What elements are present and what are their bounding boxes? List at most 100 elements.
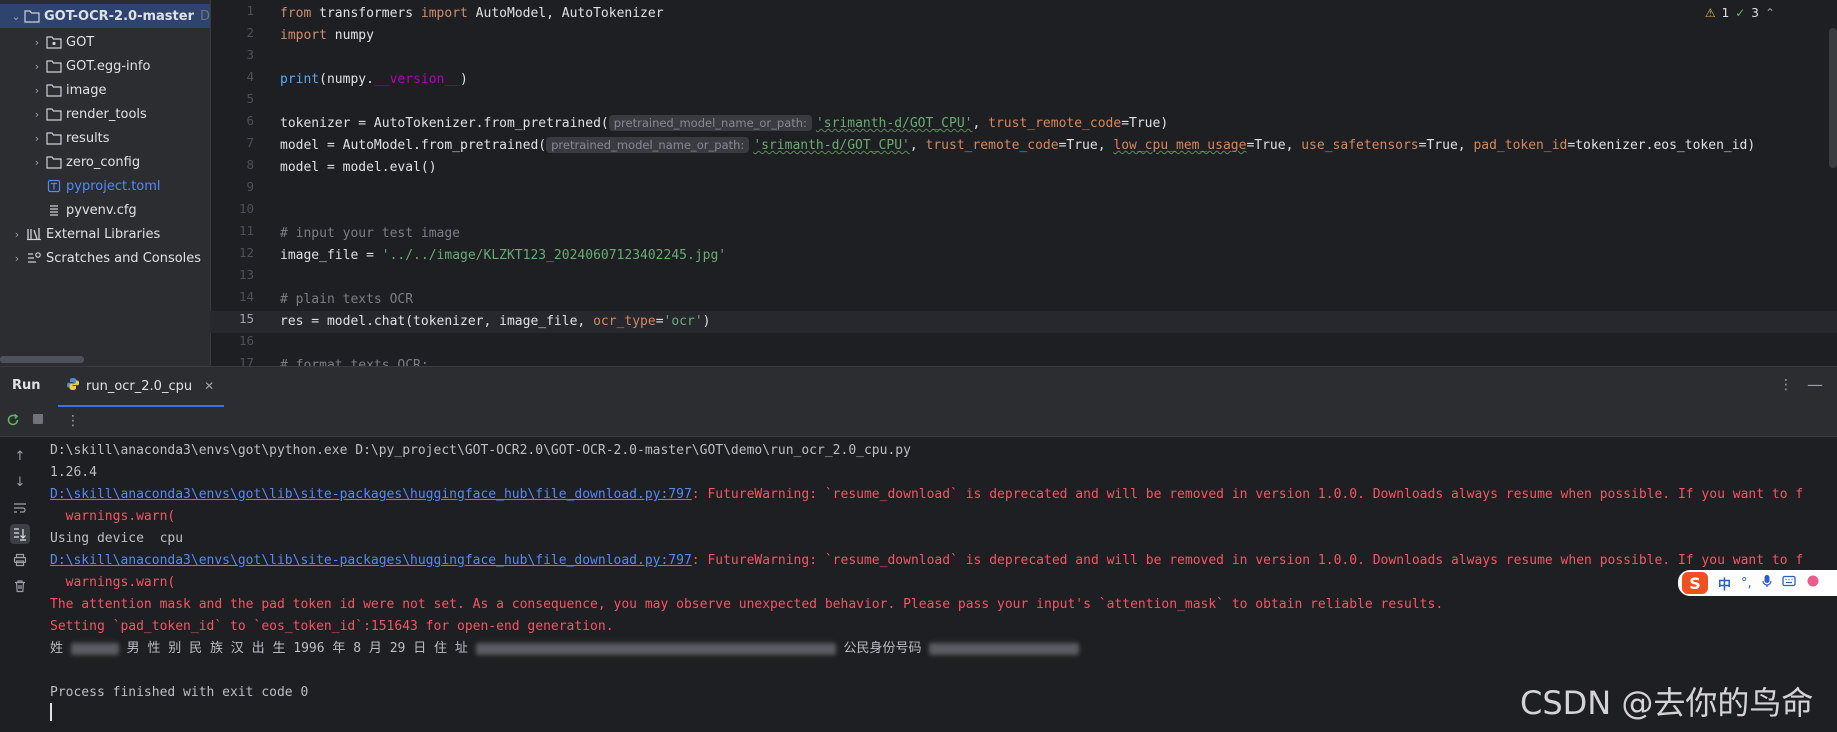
package-folder-icon (46, 34, 62, 50)
print-icon[interactable] (10, 550, 30, 570)
line-number: 6 (246, 113, 254, 128)
line-number: 14 (238, 289, 254, 304)
tree-root-path: D (199, 8, 210, 24)
scroll-to-end-icon[interactable] (10, 524, 30, 544)
inspection-indicators[interactable]: ⚠ 1 ✓ 3 ⌃ (1705, 6, 1775, 20)
code-line-8: model = model.eval() (280, 160, 437, 175)
chevron-up-icon[interactable]: ⌃ (1765, 6, 1775, 20)
tree-item-results[interactable]: › results (0, 126, 210, 150)
code-line-12: image_file = '../../image/KLZKT123_20240… (280, 248, 727, 263)
folder-icon (46, 58, 62, 74)
folder-icon (46, 154, 62, 170)
tree-item-zero-config[interactable]: › zero_config (0, 150, 210, 174)
tree-root-row[interactable]: ⌄ GOT-OCR-2.0-master D (0, 4, 210, 28)
chevron-right-icon[interactable]: › (10, 228, 24, 241)
editor-scrollbar[interactable] (1829, 28, 1837, 168)
skin-icon[interactable] (1806, 574, 1820, 592)
rerun-icon[interactable] (6, 413, 20, 431)
folder-icon (24, 8, 40, 24)
tree-item-render-tools[interactable]: › render_tools (0, 102, 210, 126)
tab-run-ocr[interactable]: run_ocr_2.0_cpu ✕ (58, 367, 225, 407)
check-icon: ✓ (1735, 6, 1746, 20)
code-line-7: model = AutoModel.from_pretrained(pretra… (280, 137, 1756, 153)
tree-item-pyproject[interactable]: pyproject.toml (0, 174, 210, 198)
tree-item-image[interactable]: › image (0, 78, 210, 102)
ime-toolbar[interactable]: S 中 °, (1678, 570, 1837, 596)
parameter-hint: pretrained_model_name_or_path: (608, 115, 812, 131)
chevron-right-icon[interactable]: › (30, 60, 44, 73)
tree-item-got-egg-info[interactable]: › GOT.egg-info (0, 54, 210, 78)
project-tree: ⌄ GOT-OCR-2.0-master D › GOT › GOT.egg-i… (0, 0, 210, 366)
scratches-icon (26, 250, 42, 266)
minimize-icon[interactable]: — (1807, 375, 1823, 394)
console-line-device: Using device cpu (50, 531, 184, 546)
line-number: 5 (246, 91, 254, 106)
line-number: 3 (246, 47, 254, 62)
console-line-exit: Process finished with exit code 0 (50, 685, 309, 700)
tree-item-scratches[interactable]: › Scratches and Consoles (0, 246, 210, 270)
chevron-right-icon[interactable]: › (10, 252, 24, 265)
file-link[interactable]: D:\skill\anaconda3\envs\got\lib\site-pac… (50, 487, 692, 502)
chevron-right-icon[interactable]: › (30, 108, 44, 121)
chevron-down-icon[interactable]: ⌄ (10, 10, 22, 23)
line-number-gutter: 1 2 3 4 5 6 7 8 9 10 11 12 13 14 15 16 1… (210, 0, 262, 366)
code-line-2: import numpy (280, 28, 374, 43)
line-number: 16 (238, 333, 254, 348)
tree-item-pyvenv[interactable]: pyvenv.cfg (0, 198, 210, 222)
chevron-right-icon[interactable]: › (30, 156, 44, 169)
line-number: 1 (246, 3, 254, 18)
code-line-6: tokenizer = AutoTokenizer.from_pretraine… (280, 115, 1169, 131)
console-line-warning: D:\skill\anaconda3\envs\got\lib\site-pac… (50, 487, 1804, 502)
code-editor[interactable]: 1 2 3 4 5 6 7 8 9 10 11 12 13 14 15 16 1… (210, 0, 1837, 366)
code-line-4: print(numpy.__version__) (280, 72, 468, 87)
keyboard-icon[interactable] (1782, 575, 1796, 591)
run-header: Run run_ocr_2.0_cpu ✕ ⋮ — (0, 367, 1837, 407)
folder-icon (46, 106, 62, 122)
tree-root-label: GOT-OCR-2.0-master (43, 8, 194, 24)
redacted-text (929, 642, 1080, 655)
tab-label: run_ocr_2.0_cpu (86, 378, 193, 394)
arrow-down-icon[interactable]: ↓ (10, 472, 30, 492)
sogou-logo-icon[interactable]: S (1682, 572, 1708, 594)
microphone-icon[interactable] (1762, 574, 1772, 592)
library-icon (26, 226, 42, 242)
console-line-warnings-warn: warnings.warn( (50, 575, 176, 590)
arrow-up-icon[interactable]: ↑ (10, 446, 30, 466)
line-number: 12 (238, 245, 254, 260)
soft-wrap-icon[interactable] (10, 498, 30, 518)
chevron-right-icon[interactable]: › (30, 36, 44, 49)
redacted-text (475, 642, 836, 655)
ime-language-toggle[interactable]: 中 (1718, 574, 1731, 593)
toml-file-icon (46, 178, 62, 194)
code-line-1: from transformers import AutoModel, Auto… (280, 6, 664, 21)
chevron-right-icon[interactable]: › (30, 84, 44, 97)
more-options-icon[interactable]: ⋮ (1779, 377, 1793, 393)
tree-scrollbar[interactable] (0, 356, 84, 363)
close-icon[interactable]: ✕ (204, 379, 214, 393)
line-number: 13 (238, 267, 254, 282)
console-line-ocr-result: 姓 男 性 别 民 族 汉 出 生 1996 年 8 月 29 日 住 址 公民… (50, 638, 1080, 660)
trash-icon[interactable] (10, 576, 30, 596)
stop-icon[interactable] (32, 413, 44, 429)
run-toolbar: ⋮ (0, 407, 1837, 437)
code-line-17: # format texts OCR: (280, 358, 429, 366)
folder-icon (46, 130, 62, 146)
tree-item-got[interactable]: › GOT (0, 30, 210, 54)
tree-item-label: pyvenv.cfg (66, 202, 137, 218)
tree-item-label: External Libraries (46, 226, 161, 242)
line-number-active: 15 (238, 311, 254, 326)
tree-item-label: image (66, 82, 107, 98)
console-line-pad-token: Setting `pad_token_id` to `eos_token_id`… (50, 619, 614, 634)
file-link[interactable]: D:\skill\anaconda3\envs\got\lib\site-pac… (50, 553, 692, 568)
chevron-right-icon[interactable]: › (30, 132, 44, 145)
ime-punctuation-toggle[interactable]: °, (1741, 576, 1752, 591)
console-line-attention: The attention mask and the pad token id … (50, 597, 1444, 612)
tree-item-external-libraries[interactable]: › External Libraries (0, 222, 210, 246)
console-line-command: D:\skill\anaconda3\envs\got\python.exe D… (50, 443, 911, 458)
text-cursor (50, 703, 52, 721)
warning-count: 1 (1721, 6, 1730, 20)
more-options-icon[interactable]: ⋮ (66, 413, 80, 429)
redacted-text (70, 642, 119, 655)
console-line-version: 1.26.4 (50, 465, 97, 480)
code-line-11: # input your test image (280, 226, 461, 241)
